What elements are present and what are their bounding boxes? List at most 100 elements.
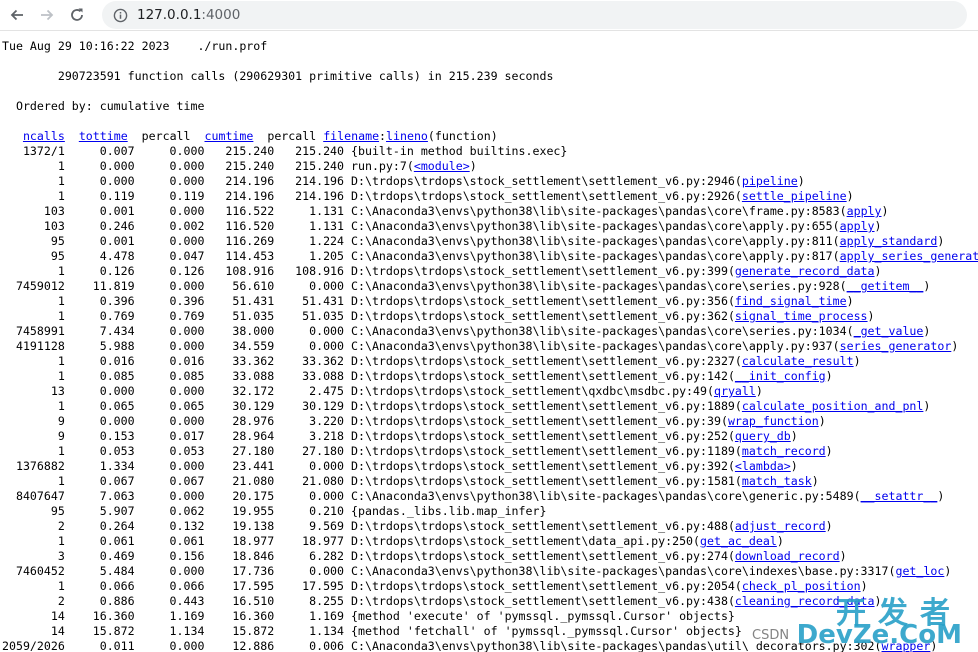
row-stats: 1 0.065 0.065 30.129 30.129	[2, 399, 352, 413]
row-location: D:\trdops\trdops\stock_settlement\settle…	[351, 189, 735, 203]
function-link[interactable]: match_task	[742, 474, 812, 488]
function-link[interactable]: qryall	[714, 384, 756, 398]
page-content: Tue Aug 29 10:16:22 2023 ./run.prof 2907…	[0, 31, 978, 652]
function-link[interactable]: adjust_record	[735, 519, 826, 533]
function-link[interactable]: apply_standard	[840, 234, 938, 248]
row-stats: 1 0.126 0.126 108.916 108.916	[2, 264, 352, 278]
row-location: D:\trdops\trdops\stock_settlement\settle…	[351, 429, 728, 443]
row-stats: 103 0.246 0.002 116.520 1.131	[2, 219, 352, 233]
profile-output: Tue Aug 29 10:16:22 2023 ./run.prof 2907…	[0, 31, 978, 652]
row-stats: 103 0.001 0.000 116.522 1.131	[2, 204, 352, 218]
row-stats: 14 16.360 1.169 16.360 1.169	[2, 609, 352, 623]
back-button[interactable]	[4, 2, 30, 28]
forward-button[interactable]	[34, 2, 60, 28]
row-location: D:\trdops\trdops\stock_settlement\settle…	[351, 354, 735, 368]
row-location: D:\trdops\trdops\stock_settlement\settle…	[351, 369, 728, 383]
function-link[interactable]: apply_series_generator	[840, 249, 978, 263]
sort-ncalls-link[interactable]: ncalls	[23, 129, 65, 143]
row-location: C:\Anaconda3\envs\python38\lib\site-pack…	[351, 204, 840, 218]
row-stats: 1 0.085 0.085 33.088 33.088	[2, 369, 352, 383]
row-location: D:\trdops\trdops\stock_settlement\settle…	[351, 309, 728, 323]
row-location: {method 'execute' of 'pymssql._pymssql.C…	[351, 609, 735, 623]
function-link[interactable]: pipeline	[742, 174, 798, 188]
table-row: 1 0.769 0.769 51.035 51.035 D:\trdops\tr…	[2, 309, 875, 323]
table-row: 9 0.153 0.017 28.964 3.218 D:\trdops\trd…	[2, 429, 798, 443]
watermark: 开发者 CSDN DevZe.CoM	[752, 588, 972, 650]
row-location: C:\Anaconda3\envs\python38\lib\site-pack…	[351, 219, 833, 233]
sort-filename-link[interactable]: filename	[323, 129, 379, 143]
row-location: D:\trdops\trdops\stock_settlement\settle…	[351, 444, 735, 458]
function-link[interactable]: apply	[847, 204, 882, 218]
row-stats: 1 0.061 0.061 18.977 18.977	[2, 534, 352, 548]
row-stats: 2059/2026 0.011 0.000 12.886 0.006	[2, 639, 352, 652]
function-link[interactable]: __setattr__	[861, 489, 938, 503]
function-link[interactable]: __init_config	[735, 369, 826, 383]
table-row: 1 0.067 0.067 21.080 21.080 D:\trdops\tr…	[2, 474, 819, 488]
url-host: 127.0.0.1	[137, 7, 202, 23]
row-stats: 1 0.396 0.396 51.431 51.431	[2, 294, 352, 308]
function-link[interactable]: download_record	[735, 549, 840, 563]
table-row: 1 0.396 0.396 51.431 51.431 D:\trdops\tr…	[2, 294, 854, 308]
function-link[interactable]: query_db	[735, 429, 791, 443]
watermark-en-text: DevZe.CoM	[796, 620, 962, 650]
back-arrow-icon	[10, 9, 23, 21]
sort-lineno-link[interactable]: lineno	[386, 129, 428, 143]
timestamp-line: Tue Aug 29 10:16:22 2023 ./run.prof	[2, 39, 268, 53]
row-stats: 13 0.000 0.000 32.172 2.475	[2, 384, 352, 398]
row-stats: 14 15.872 1.134 15.872 1.134	[2, 624, 352, 638]
row-stats: 2 0.886 0.443 16.510 8.255	[2, 594, 352, 608]
row-stats: 95 4.478 0.047 114.453 1.205	[2, 249, 352, 263]
function-link[interactable]: signal_time_process	[735, 309, 868, 323]
table-row: 1 0.000 0.000 215.240 215.240 run.py:7(<…	[2, 159, 477, 173]
sort-tottime-link[interactable]: tottime	[79, 129, 128, 143]
row-location: C:\Anaconda3\envs\python38\lib\site-pack…	[351, 249, 833, 263]
row-location: D:\trdops\trdops\stock_settlement\settle…	[351, 174, 735, 188]
row-location: C:\Anaconda3\envs\python38\lib\site-pack…	[351, 279, 840, 293]
header-row: ncalls tottime percall cumtime percall f…	[22, 129, 498, 143]
forward-arrow-icon	[41, 9, 54, 21]
function-link[interactable]: find_signal_time	[735, 294, 847, 308]
address-bar[interactable]: 127.0.0.1:4000	[102, 1, 967, 29]
function-link[interactable]: __getitem__	[847, 279, 924, 293]
function-link[interactable]: apply	[840, 219, 875, 233]
table-row: 7460452 5.484 0.000 17.736 0.000 C:\Anac…	[2, 564, 952, 578]
row-stats: 9 0.153 0.017 28.964 3.218	[2, 429, 352, 443]
sort-cumtime-link[interactable]: cumtime	[205, 129, 254, 143]
row-location: C:\Anaconda3\envs\python38\lib\site-pack…	[351, 339, 833, 353]
address-url[interactable]: 127.0.0.1:4000	[137, 7, 240, 23]
percall-header: percall	[141, 129, 191, 143]
function-link[interactable]: get_loc	[895, 564, 944, 578]
table-row: 9 0.000 0.000 28.976 3.220 D:\trdops\trd…	[2, 414, 826, 428]
function-link[interactable]: calculate_result	[742, 354, 854, 368]
row-stats: 7459012 11.819 0.000 56.610 0.000	[2, 279, 352, 293]
row-location: D:\trdops\trdops\stock_settlement\settle…	[351, 414, 721, 428]
function-link[interactable]: match_record	[742, 444, 826, 458]
function-link[interactable]: <module>	[414, 159, 470, 173]
table-row: 1 0.126 0.126 108.916 108.916 D:\trdops\…	[2, 264, 882, 278]
function-link[interactable]: _get_value	[854, 324, 924, 338]
row-stats: 7460452 5.484 0.000 17.736 0.000	[2, 564, 352, 578]
row-stats: 1 0.000 0.000 214.196 214.196	[2, 174, 352, 188]
function-link[interactable]: get_ac_deal	[700, 534, 777, 548]
info-icon[interactable]	[112, 7, 128, 23]
function-link[interactable]: settle_pipeline	[742, 189, 847, 203]
function-link[interactable]: generate_record_data	[735, 264, 875, 278]
table-row: 103 0.246 0.002 116.520 1.131 C:\Anacond…	[2, 219, 882, 233]
row-location: run.py:7	[351, 159, 407, 173]
row-stats: 1 0.769 0.769 51.035 51.035	[2, 309, 352, 323]
function-link[interactable]: calculate_position_and_pnl	[742, 399, 923, 413]
row-location: C:\Anaconda3\envs\python38\lib\site-pack…	[351, 564, 889, 578]
row-stats: 1 0.000 0.000 215.240 215.240	[2, 159, 352, 173]
row-stats: 1376882 1.334 0.000 23.441 0.000	[2, 459, 352, 473]
table-row: 103 0.001 0.000 116.522 1.131 C:\Anacond…	[2, 204, 889, 218]
reload-button[interactable]	[64, 2, 90, 28]
row-stats: 9 0.000 0.000 28.976 3.220	[2, 414, 352, 428]
table-row: 1 0.016 0.016 33.362 33.362 D:\trdops\tr…	[2, 354, 861, 368]
table-row: 95 5.907 0.062 19.955 0.210 {pandas._lib…	[2, 504, 978, 519]
function-link[interactable]: wrap_function	[728, 414, 819, 428]
function-link[interactable]: series_generator	[840, 339, 952, 353]
row-location: D:\trdops\trdops\stock_settlement\settle…	[351, 294, 728, 308]
row-location: D:\trdops\trdops\stock_settlement\settle…	[351, 519, 728, 533]
function-link[interactable]: <lambda>	[735, 459, 791, 473]
row-stats: 2 0.264 0.132 19.138 9.569	[2, 519, 352, 533]
